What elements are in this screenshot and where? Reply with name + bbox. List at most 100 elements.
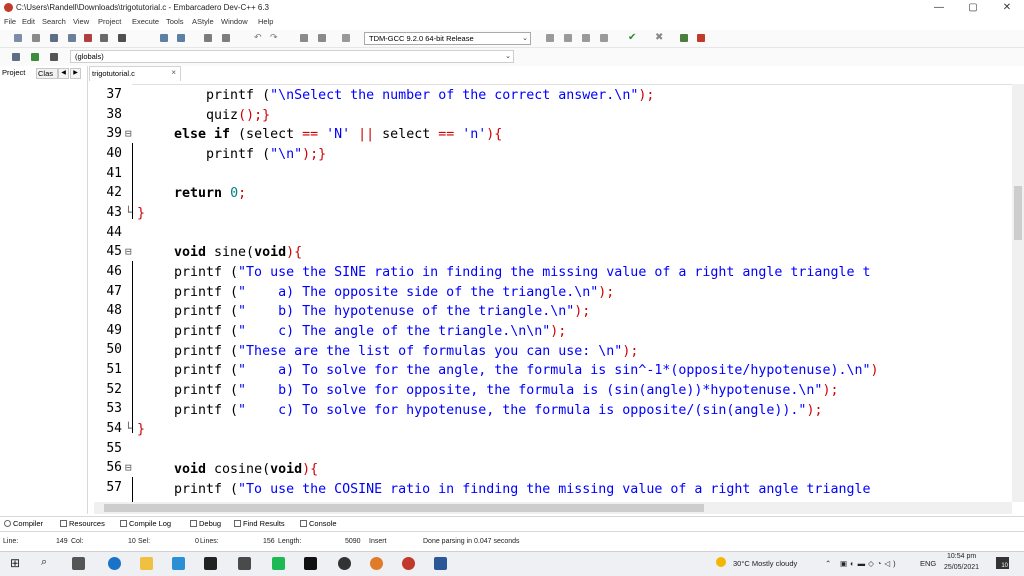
back-icon[interactable] xyxy=(300,34,308,42)
file-explorer-icon[interactable] xyxy=(140,557,153,570)
fold-marker-icon[interactable]: ⊟ xyxy=(125,127,132,140)
browser-icon[interactable] xyxy=(338,557,351,570)
tab-project[interactable]: Project xyxy=(2,68,25,77)
menu-search[interactable]: Search xyxy=(42,17,66,26)
tray-icons[interactable]: ▣◐▬◇◔◁) xyxy=(840,559,899,568)
menu-project[interactable]: Project xyxy=(98,17,121,26)
tab-scroll-right-icon[interactable]: ▶ xyxy=(70,68,81,79)
vertical-scroll-thumb[interactable] xyxy=(1014,186,1022,240)
compiler-select[interactable]: TDM-GCC 9.2.0 64-bit Release ⌄ xyxy=(364,32,531,45)
menu-execute[interactable]: Execute xyxy=(132,17,159,26)
vertical-scrollbar[interactable] xyxy=(1012,84,1024,502)
menu-edit[interactable]: Edit xyxy=(22,17,35,26)
menu-view[interactable]: View xyxy=(73,17,89,26)
code-line-42: return 0; xyxy=(174,186,247,201)
code-line-47: printf (" a) The opposite side of the tr… xyxy=(174,285,615,300)
status-lines-label: Lines: xyxy=(200,538,219,545)
status-mode: Insert xyxy=(369,538,387,545)
task-view-icon[interactable] xyxy=(72,557,85,570)
tab-debug[interactable]: Debug xyxy=(190,519,221,528)
status-lines-value: 156 xyxy=(263,538,275,545)
menu-file[interactable]: File xyxy=(4,17,16,26)
tab-compile-log[interactable]: Compile Log xyxy=(120,519,171,528)
compile-icon[interactable] xyxy=(546,34,554,42)
unindent-icon[interactable] xyxy=(222,34,230,42)
tab-find-results[interactable]: Find Results xyxy=(234,519,285,528)
class-browser-icon[interactable] xyxy=(342,34,350,42)
insert-icon[interactable] xyxy=(12,53,20,61)
fold-marker-icon[interactable]: ⊟ xyxy=(125,245,132,258)
debug-tab-icon xyxy=(190,520,197,527)
fold-marker-icon[interactable]: └ xyxy=(125,422,132,435)
maximize-button[interactable]: ▢ xyxy=(956,0,990,16)
code-line-56: void cosine(void){ xyxy=(174,462,319,477)
undo-icon[interactable]: ↶ xyxy=(254,32,262,43)
close-button[interactable]: ✕ xyxy=(990,0,1024,16)
close-tab-icon[interactable]: × xyxy=(171,68,176,77)
status-length-value: 5090 xyxy=(345,538,361,545)
scope-select-value: (globals) xyxy=(75,52,104,61)
dropbox-icon[interactable] xyxy=(204,557,217,570)
app-icon[interactable] xyxy=(238,557,251,570)
weather-text[interactable]: 30°C Mostly cloudy xyxy=(733,559,797,568)
new-file-icon[interactable] xyxy=(14,34,22,42)
find-icon[interactable] xyxy=(160,34,168,42)
indent-icon[interactable] xyxy=(204,34,212,42)
netflix-icon[interactable] xyxy=(304,557,317,570)
edge-icon[interactable] xyxy=(108,557,121,570)
code-line-52: printf (" b) To solve for opposite, the … xyxy=(174,383,839,398)
tab-resources[interactable]: Resources xyxy=(60,519,105,528)
line-number: 41 xyxy=(106,166,122,181)
clock-time[interactable]: 10:54 pm xyxy=(947,553,976,560)
tab-classes[interactable]: Clas xyxy=(36,68,58,79)
fold-marker-icon[interactable]: └ xyxy=(125,206,132,219)
code-line-49: printf (" c) The angle of the triangle.\… xyxy=(174,324,567,339)
line-number: 45 xyxy=(106,244,122,259)
save-all-icon[interactable] xyxy=(68,34,76,42)
rebuild-icon[interactable] xyxy=(600,34,608,42)
fold-marker-icon[interactable]: ⊟ xyxy=(125,461,132,474)
run-icon[interactable] xyxy=(564,34,572,42)
devcpp-taskbar-icon[interactable] xyxy=(402,557,415,570)
replace-icon[interactable] xyxy=(177,34,185,42)
windows-start-icon[interactable]: ⊞ xyxy=(10,556,20,570)
code-line-45: void sine(void){ xyxy=(174,245,303,260)
stop-icon[interactable]: ✖ xyxy=(655,32,663,43)
minimize-button[interactable]: — xyxy=(922,0,956,16)
scope-select[interactable]: (globals) ⌄ xyxy=(70,50,514,63)
tab-console[interactable]: Console xyxy=(300,519,337,528)
close-file-icon[interactable] xyxy=(84,34,92,42)
code-line-46: printf ("To use the SINE ratio in findin… xyxy=(174,265,871,280)
menu-astyle[interactable]: AStyle xyxy=(192,17,214,26)
close-all-icon[interactable] xyxy=(100,34,108,42)
chevron-down-icon: ⌄ xyxy=(505,53,511,60)
menu-window[interactable]: Window xyxy=(221,17,248,26)
editor-tab-label: trigotutorial.c xyxy=(92,69,135,78)
store-icon[interactable] xyxy=(172,557,185,570)
clock-date[interactable]: 25/05/2021 xyxy=(944,564,979,571)
compile-run-icon[interactable] xyxy=(582,34,590,42)
check-icon[interactable]: ✔ xyxy=(628,32,636,43)
forward-icon[interactable] xyxy=(318,34,326,42)
horizontal-scroll-thumb[interactable] xyxy=(104,504,704,512)
redo-icon[interactable]: ↷ xyxy=(270,32,278,43)
open-file-icon[interactable] xyxy=(32,34,40,42)
chrome-icon[interactable] xyxy=(370,557,383,570)
line-app-icon[interactable] xyxy=(272,557,285,570)
search-icon[interactable]: ⌕ xyxy=(41,556,47,569)
debug-icon[interactable] xyxy=(697,34,705,42)
profile-icon[interactable] xyxy=(680,34,688,42)
word-icon[interactable] xyxy=(434,557,447,570)
tab-compiler[interactable]: Compiler xyxy=(4,519,43,528)
toggle-bookmark-icon[interactable] xyxy=(31,53,39,61)
save-icon[interactable] xyxy=(50,34,58,42)
tab-scroll-left-icon[interactable]: ◀ xyxy=(58,68,69,79)
print-icon[interactable] xyxy=(118,34,126,42)
language-indicator[interactable]: ENG xyxy=(920,559,936,568)
menu-help[interactable]: Help xyxy=(258,17,273,26)
menu-tools[interactable]: Tools xyxy=(166,17,184,26)
editor-tab-trigotutorial[interactable]: trigotutorial.c × xyxy=(89,66,181,81)
notification-icon[interactable]: 10 xyxy=(996,557,1009,569)
goto-bookmark-icon[interactable] xyxy=(50,53,58,61)
tray-chevron-icon[interactable]: ⌃ xyxy=(825,559,831,568)
